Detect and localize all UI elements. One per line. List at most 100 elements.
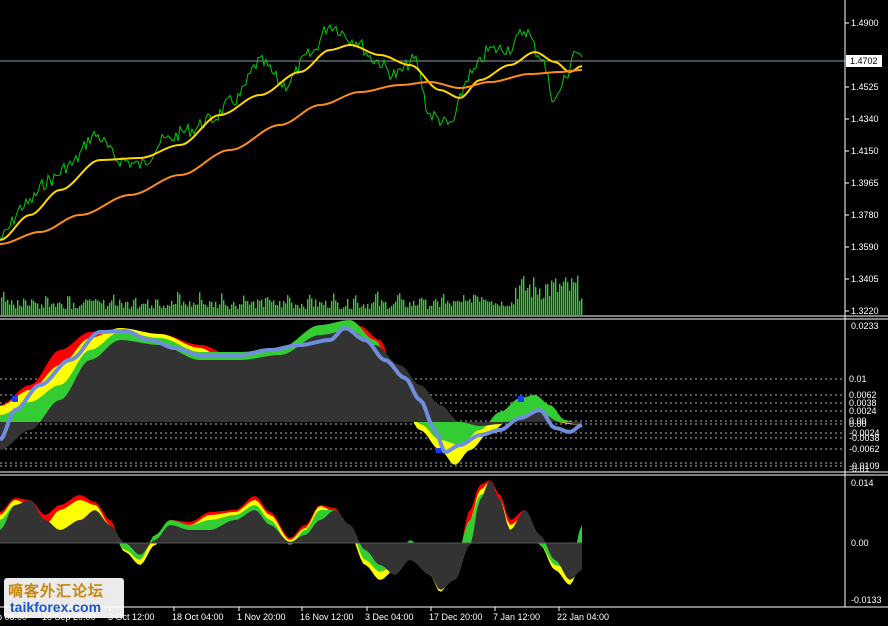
volume-bar (91, 300, 93, 315)
volume-bar (375, 294, 377, 315)
price-label: 1.3590 (851, 242, 879, 252)
volume-bar (11, 300, 13, 315)
volume-bar (1, 297, 3, 315)
volume-bar (129, 308, 131, 315)
volume-bar (47, 297, 49, 315)
volume-bar (303, 306, 305, 315)
volume-bar (531, 297, 533, 315)
volume-bar (217, 307, 219, 315)
volume-bar (471, 302, 473, 315)
volume-bar (327, 308, 329, 315)
volume-bar (163, 305, 165, 315)
volume-bar (71, 308, 73, 315)
volume-bar (551, 280, 553, 315)
volume-bar (271, 302, 273, 315)
volume-bar (377, 291, 379, 315)
volume-bar (55, 306, 57, 315)
volume-bar (519, 285, 521, 315)
volume-bar (361, 306, 363, 315)
volume-bar (445, 303, 447, 315)
volume-bar (247, 301, 249, 315)
volume-bar (557, 291, 559, 315)
volume-bar (95, 299, 97, 315)
time-label: 7 Jan 12:00 (493, 612, 540, 622)
volume-bar (131, 306, 133, 315)
volume-bar (161, 307, 163, 315)
volume-bar (567, 282, 569, 315)
volume-bar (25, 300, 27, 315)
volume-bar (517, 298, 519, 315)
volume-bar (539, 288, 541, 315)
volume-bar (415, 305, 417, 315)
trading-chart[interactable]: 1.4900 1.4525 1.4340 1.4150 1.3965 1.3780 1.35… (0, 0, 888, 626)
volume-bar (297, 305, 299, 315)
volume-bar (257, 299, 259, 315)
volume-bar (395, 301, 397, 315)
volume-bar (113, 294, 115, 315)
indicator-panel-1[interactable] (0, 320, 845, 467)
volume-bar (423, 299, 425, 315)
volume-bar (261, 299, 263, 315)
watermark-url-text: taikforex.com (10, 599, 102, 615)
volume-bar (461, 302, 463, 315)
volume-bar (515, 287, 517, 315)
time-label: 3 Dec 04:00 (365, 612, 414, 622)
volume-bar (299, 308, 301, 315)
volume-bar (193, 302, 195, 315)
volume-bar (389, 307, 391, 315)
volume-bar (125, 302, 127, 315)
indicator1-level-label: -0.0038 (849, 433, 880, 443)
volume-bar (525, 290, 527, 315)
volume-bar (237, 308, 239, 315)
volume-bar (49, 306, 51, 315)
indicator1-level-label: -0.01 (849, 464, 870, 474)
volume-bar (93, 300, 95, 315)
current-price-label: 1.4702 (850, 56, 878, 66)
volume-bar (565, 277, 567, 315)
volume-bar (35, 302, 37, 315)
volume-bar (157, 299, 159, 315)
time-label: 18 Oct 04:00 (172, 612, 224, 622)
volume-bar (151, 305, 153, 315)
time-label: 22 Jan 04:00 (557, 612, 609, 622)
volume-bar (307, 299, 309, 315)
volume-bar (187, 306, 189, 315)
volume-bar (259, 301, 261, 315)
main-price-panel[interactable] (0, 23, 845, 245)
volume-bar (581, 298, 583, 315)
volume-bar (179, 294, 181, 315)
volume-bar (521, 279, 523, 315)
volume-bar (33, 300, 35, 315)
volume-bar (333, 293, 335, 315)
volume-bar (401, 299, 403, 315)
price-label: 1.4340 (851, 114, 879, 124)
volume-bar (405, 306, 407, 315)
volume-bar (363, 304, 365, 315)
volume-bar (243, 295, 245, 315)
volume-bar (205, 304, 207, 315)
volume-bar (89, 299, 91, 315)
volume-bar (443, 293, 445, 315)
volume-bar (65, 308, 67, 315)
volume-bar (419, 298, 421, 315)
volume-bar (547, 283, 549, 315)
volume-bar (579, 300, 581, 315)
time-label: 17 Dec 20:00 (429, 612, 483, 622)
volume-bar (37, 303, 39, 315)
volume-bar (171, 300, 173, 315)
volume-bar (535, 287, 537, 315)
volume-bar (409, 302, 411, 315)
indicator-panel-2[interactable] (0, 480, 582, 592)
volume-bar (173, 304, 175, 315)
volume-bar (553, 282, 555, 315)
volume-bar (137, 308, 139, 315)
volume-bar (475, 295, 477, 315)
volume-bar (451, 306, 453, 315)
volume-bar (195, 304, 197, 315)
volume-bar (63, 308, 65, 315)
watermark-chinese-text: 嘀客外汇论坛 (8, 582, 105, 600)
volume-bar (543, 297, 545, 315)
volume-bar (41, 304, 43, 315)
volume-bar (69, 296, 71, 315)
volume-bar (241, 304, 243, 315)
